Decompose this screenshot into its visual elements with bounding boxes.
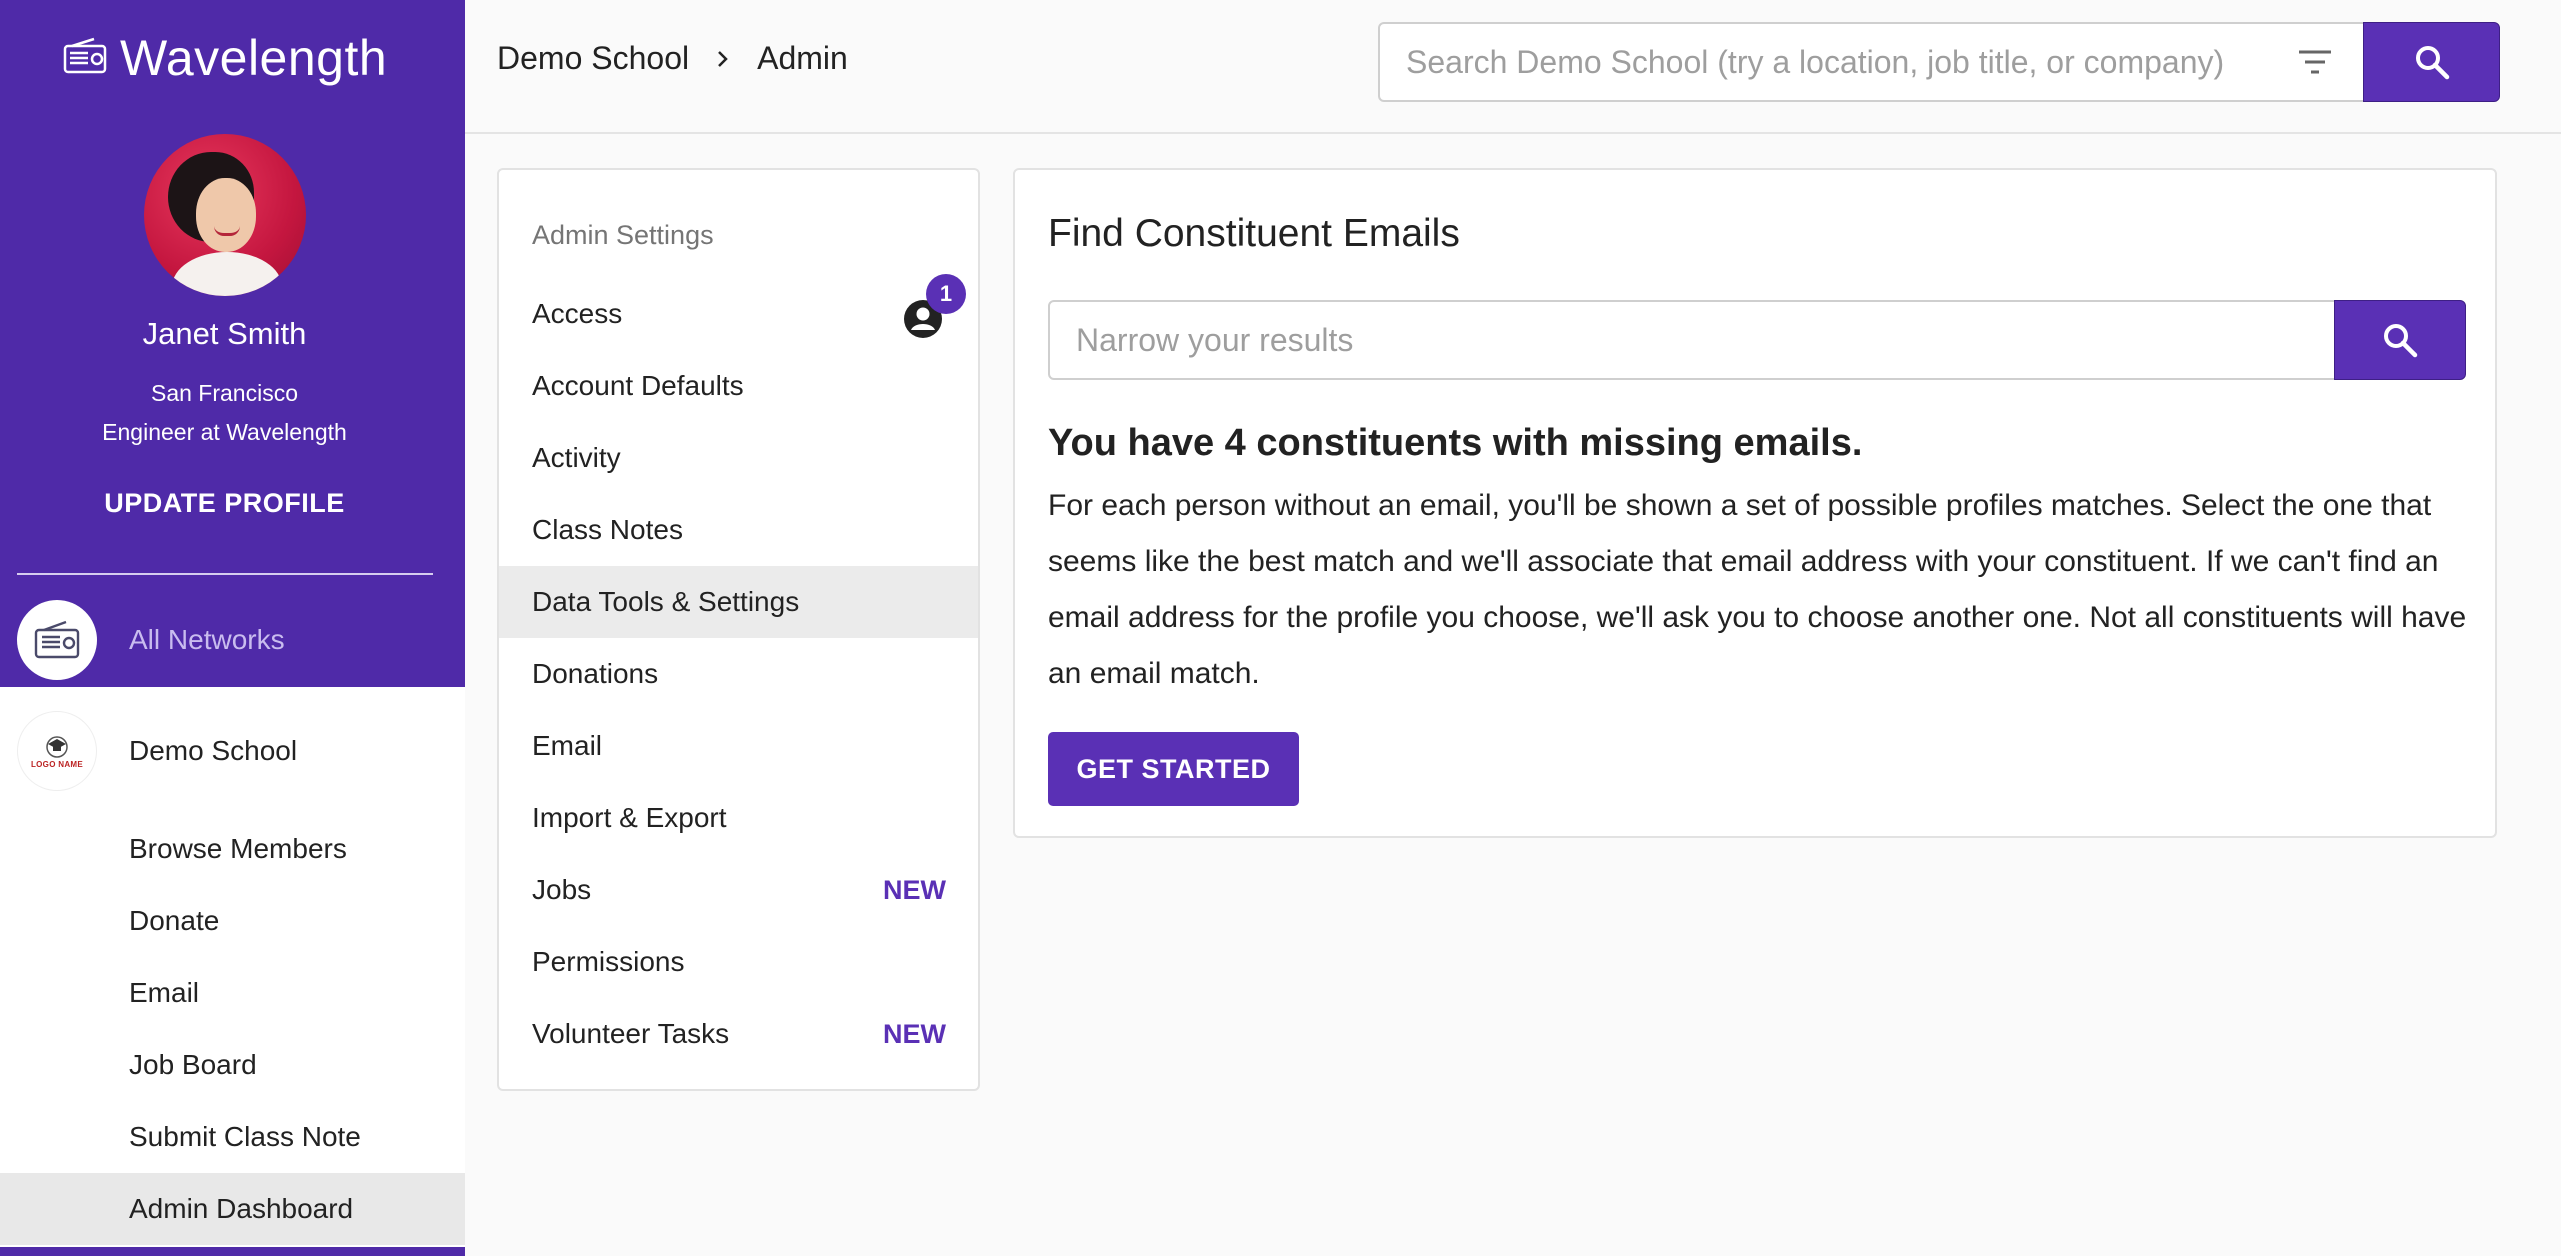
school-name: Demo School: [129, 735, 298, 766]
global-search-input[interactable]: [1406, 43, 2266, 81]
narrow-search-button[interactable]: [2334, 300, 2466, 380]
admin-settings-title: Admin Settings: [532, 220, 714, 250]
new-badge: NEW: [883, 874, 946, 905]
search-icon: [2384, 324, 2418, 358]
top-bar: Demo School Admin: [465, 0, 2561, 134]
search-icon: [2415, 46, 2449, 80]
school-logo: LOGO NAME: [17, 711, 97, 791]
network-radio-icon: [17, 600, 97, 680]
graduation-cap-icon: [46, 735, 68, 758]
sidebar-item-submit-class-note[interactable]: Submit Class Note: [0, 1101, 465, 1173]
sidebar-item-job-board[interactable]: Job Board: [0, 1029, 465, 1101]
settings-item-label: Volunteer Tasks: [532, 1018, 730, 1049]
settings-item-volunteer-tasks[interactable]: Volunteer Tasks NEW: [499, 998, 978, 1070]
instructions-text: For each person without an email, you'll…: [1048, 489, 2467, 690]
user-location: San Francisco: [150, 380, 298, 406]
sidebar-item-admin-dashboard[interactable]: Admin Dashboard: [0, 1173, 465, 1245]
breadcrumb-demo-school[interactable]: Demo School: [497, 40, 689, 77]
sidebar-item-demo-school[interactable]: LOGO NAME Demo School: [0, 687, 465, 813]
settings-item-activity[interactable]: Activity: [499, 422, 978, 494]
chevron-right-icon: [718, 50, 728, 67]
admin-settings-list: Access 1 Account Defaults Activity Class…: [499, 274, 978, 1070]
school-panel: LOGO NAME Demo School Browse Members Don…: [0, 687, 465, 1247]
school-nav: Browse Members Donate Email Job Board Su…: [0, 813, 465, 1245]
brand[interactable]: Wavelength: [62, 28, 387, 88]
settings-item-account-defaults[interactable]: Account Defaults: [499, 350, 978, 422]
settings-item-class-notes[interactable]: Class Notes: [499, 494, 978, 566]
breadcrumb: Demo School Admin: [497, 40, 848, 77]
sidebar-item-all-networks[interactable]: All Networks: [0, 594, 465, 686]
sidebar-item-donate[interactable]: Donate: [0, 885, 465, 957]
settings-item-permissions[interactable]: Permissions: [499, 926, 978, 998]
sidebar-bottom-edge: [0, 1247, 465, 1256]
settings-item-access[interactable]: Access 1: [499, 274, 978, 350]
update-profile-button[interactable]: UPDATE PROFILE: [0, 488, 449, 519]
global-search: [1378, 22, 2365, 102]
user-name: Janet Smith: [142, 316, 307, 351]
admin-settings-card: Admin Settings Access 1 Account Defaults…: [497, 168, 980, 1091]
narrow-results-input[interactable]: [1076, 321, 2276, 359]
settings-item-donations[interactable]: Donations: [499, 638, 978, 710]
filter-icon[interactable]: [2297, 46, 2333, 78]
school-logo-text: LOGO NAME: [30, 759, 84, 769]
get-started-button[interactable]: GET STARTED: [1048, 732, 1299, 806]
breadcrumb-admin: Admin: [757, 40, 848, 76]
user-job-title: Engineer at Wavelength: [102, 419, 347, 445]
sidebar-item-browse-members[interactable]: Browse Members: [0, 813, 465, 885]
settings-item-data-tools[interactable]: Data Tools & Settings: [499, 566, 978, 638]
sidebar-item-email[interactable]: Email: [0, 957, 465, 1029]
avatar[interactable]: [144, 134, 306, 296]
sidebar: Wavelength Janet Smith San Francisco Eng…: [0, 0, 465, 1256]
settings-item-jobs[interactable]: Jobs NEW: [499, 854, 978, 926]
all-networks-label: All Networks: [129, 624, 285, 655]
narrow-results-field: [1048, 300, 2336, 380]
new-badge: NEW: [883, 1018, 946, 1049]
settings-item-label: Jobs: [532, 874, 592, 905]
access-notification-badge: 1: [926, 274, 966, 314]
global-search-button[interactable]: [2363, 22, 2500, 102]
settings-item-import-export[interactable]: Import & Export: [499, 782, 978, 854]
settings-item-label: Access: [532, 298, 623, 329]
brand-name: Wavelength: [120, 30, 388, 86]
find-emails-card: Find Constituent Emails You have 4 const…: [1013, 168, 2497, 838]
missing-emails-heading: You have 4 constituents with missing ema…: [1048, 422, 1863, 464]
settings-item-email[interactable]: Email: [499, 710, 978, 782]
sidebar-divider: [17, 573, 433, 575]
page-title: Find Constituent Emails: [1048, 212, 1460, 255]
radio-icon: [62, 37, 108, 80]
